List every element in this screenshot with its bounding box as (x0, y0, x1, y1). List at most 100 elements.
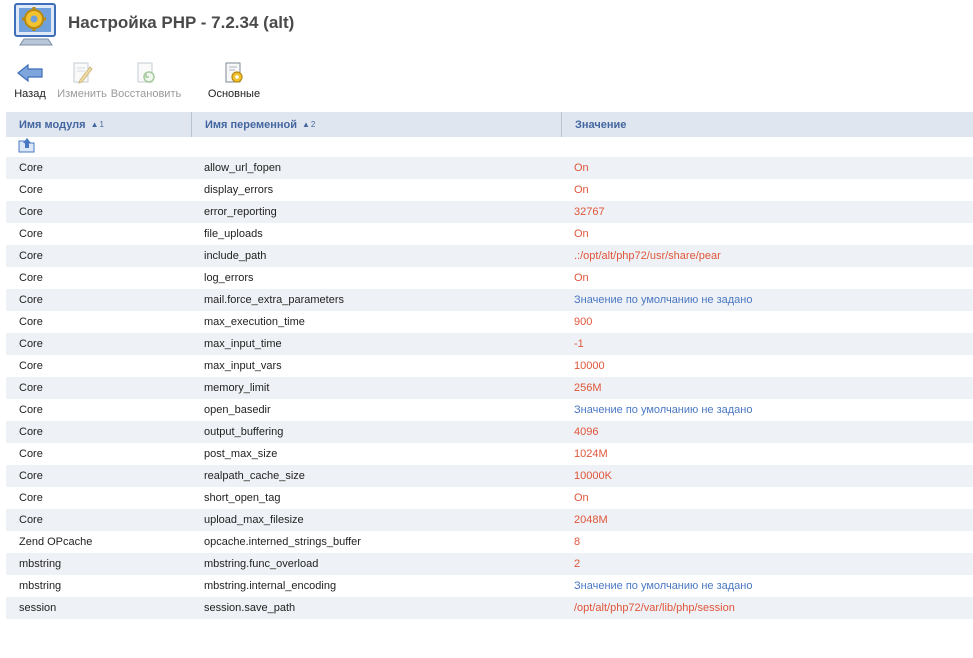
variable-cell: mbstring.internal_encoding (204, 580, 337, 592)
variable-cell: max_execution_time (204, 316, 305, 328)
value-cell: On (574, 184, 589, 196)
variable-cell: upload_max_filesize (204, 514, 304, 526)
table-row[interactable]: Core log_errors On (6, 267, 973, 289)
variable-cell: memory_limit (204, 382, 270, 394)
variable-cell: realpath_cache_size (204, 470, 305, 482)
column-header-module[interactable]: Имя модуля ▲ 1 (6, 112, 191, 137)
column-header-variable-label: Имя переменной (205, 118, 297, 131)
module-cell: Core (19, 272, 43, 284)
table-row[interactable]: Zend OPcache opcache.interned_strings_buf… (6, 531, 973, 553)
table-row[interactable]: session session.save_path/opt/alt/php72/v… (6, 597, 973, 619)
value-cell: 256M (574, 382, 602, 394)
table-row[interactable]: Core short_open_tag On (6, 487, 973, 509)
value-cell: On (574, 272, 589, 284)
sort-asc-icon: ▲ (302, 120, 310, 129)
module-cell: session (19, 602, 57, 614)
up-folder-icon[interactable] (18, 137, 36, 158)
module-cell: Core (19, 206, 43, 218)
table-row[interactable]: Core allow_url_fopen On (6, 157, 973, 179)
table-row[interactable]: Core max_input_time -1 (6, 333, 973, 355)
value-cell: 2048M (574, 514, 608, 526)
restore-icon (132, 60, 160, 86)
module-cell: Core (19, 492, 43, 504)
page-header: Настройка PHP - 7.2.34 (alt) (12, 0, 294, 48)
php-settings-table: Имя модуля ▲ 1 Имя переменной ▲ 2 Значен… (6, 112, 973, 619)
table-row[interactable]: Core memory_limit 256M (6, 377, 973, 399)
variable-cell: max_input_vars (204, 360, 282, 372)
table-row[interactable]: Core max_execution_time 900 (6, 311, 973, 333)
table-row[interactable]: Core mail.force_extra_parameters Значение … (6, 289, 973, 311)
module-cell: Core (19, 316, 43, 328)
toolbar: Назад Изменить Восстановить Основные (6, 60, 270, 102)
module-cell: Core (19, 338, 43, 350)
edit-document-icon (68, 60, 96, 86)
table-row[interactable]: Core max_input_vars 10000 (6, 355, 973, 377)
table-row[interactable]: mbstring mbstring.func_overload 2 (6, 553, 973, 575)
table-row[interactable]: Core realpath_cache_size 10000K (6, 465, 973, 487)
module-cell: Core (19, 294, 43, 306)
module-cell: mbstring (19, 558, 62, 570)
basic-button[interactable]: Основные (198, 60, 270, 102)
up-level-row (6, 137, 973, 157)
variable-cell: open_basedir (204, 404, 271, 416)
value-cell: /opt/alt/php72/var/lib/php/session (574, 602, 735, 614)
value-cell: On (574, 228, 589, 240)
value-cell: 4096 (574, 426, 599, 438)
column-header-variable[interactable]: Имя переменной ▲ 2 (191, 112, 561, 137)
module-cell: Core (19, 360, 43, 372)
variable-cell: session.save_path (204, 602, 296, 614)
variable-cell: output_buffering (204, 426, 284, 438)
variable-cell: allow_url_fopen (204, 162, 282, 174)
value-cell: 8 (574, 536, 581, 548)
value-cell: 10000 (574, 360, 605, 372)
sort-order-module: 1 (99, 120, 104, 129)
value-cell: 10000K (574, 470, 612, 482)
module-cell: Core (19, 514, 43, 526)
module-cell: mbstring (19, 580, 62, 592)
value-cell: Значение по умолчанию не задано (574, 294, 753, 306)
variable-cell: opcache.interned_strings_buffer (204, 536, 361, 548)
module-cell: Core (19, 162, 43, 174)
basic-label: Основные (207, 88, 261, 100)
module-cell: Core (19, 184, 43, 196)
variable-cell: error_reporting (204, 206, 277, 218)
value-cell: Значение по умолчанию не задано (574, 404, 753, 416)
module-cell: Core (19, 470, 43, 482)
table-row[interactable]: Core error_reporting 32767 (6, 201, 973, 223)
value-cell: 900 (574, 316, 593, 328)
edit-button[interactable]: Изменить (54, 60, 110, 102)
variable-cell: display_errors (204, 184, 274, 196)
value-cell: On (574, 162, 589, 174)
variable-cell: include_path (204, 250, 267, 262)
variable-cell: short_open_tag (204, 492, 281, 504)
value-cell: 1024M (574, 448, 608, 460)
table-row[interactable]: Core output_buffering 4096 (6, 421, 973, 443)
table-row[interactable]: Core post_max_size 1024M (6, 443, 973, 465)
module-cell: Core (19, 448, 43, 460)
table-row[interactable]: Core open_basedir Значение по умолчанию не… (6, 399, 973, 421)
value-cell: 2 (574, 558, 581, 570)
module-cell: Core (19, 228, 43, 240)
table-row[interactable]: Core file_uploads On (6, 223, 973, 245)
page-title: Настройка PHP - 7.2.34 (alt) (68, 13, 295, 32)
restore-button[interactable]: Восстановить (110, 60, 182, 102)
variable-cell: file_uploads (204, 228, 263, 240)
column-header-value[interactable]: Значение (561, 112, 973, 137)
restore-label: Восстановить (110, 88, 182, 100)
variable-cell: post_max_size (204, 448, 278, 460)
table-row[interactable]: Core display_errors On (6, 179, 973, 201)
back-button[interactable]: Назад (6, 60, 54, 102)
variable-cell: max_input_time (204, 338, 282, 350)
value-cell: -1 (574, 338, 584, 350)
variable-cell: mbstring.func_overload (204, 558, 319, 570)
sort-asc-icon: ▲ (90, 120, 99, 129)
table-row[interactable]: mbstring mbstring.internal_encoding Значен… (6, 575, 973, 597)
module-cell: Core (19, 404, 43, 416)
value-cell: 32767 (574, 206, 605, 218)
value-cell: .:/opt/alt/php72/usr/share/pear (574, 250, 721, 262)
value-cell: Значение по умолчанию не задано (574, 580, 753, 592)
table-row[interactable]: Core upload_max_filesize 2048M (6, 509, 973, 531)
module-cell: Core (19, 250, 43, 262)
table-row[interactable]: Core include_path .:/opt/alt/php72/usr/sha… (6, 245, 973, 267)
column-header-value-label: Значение (575, 118, 627, 131)
